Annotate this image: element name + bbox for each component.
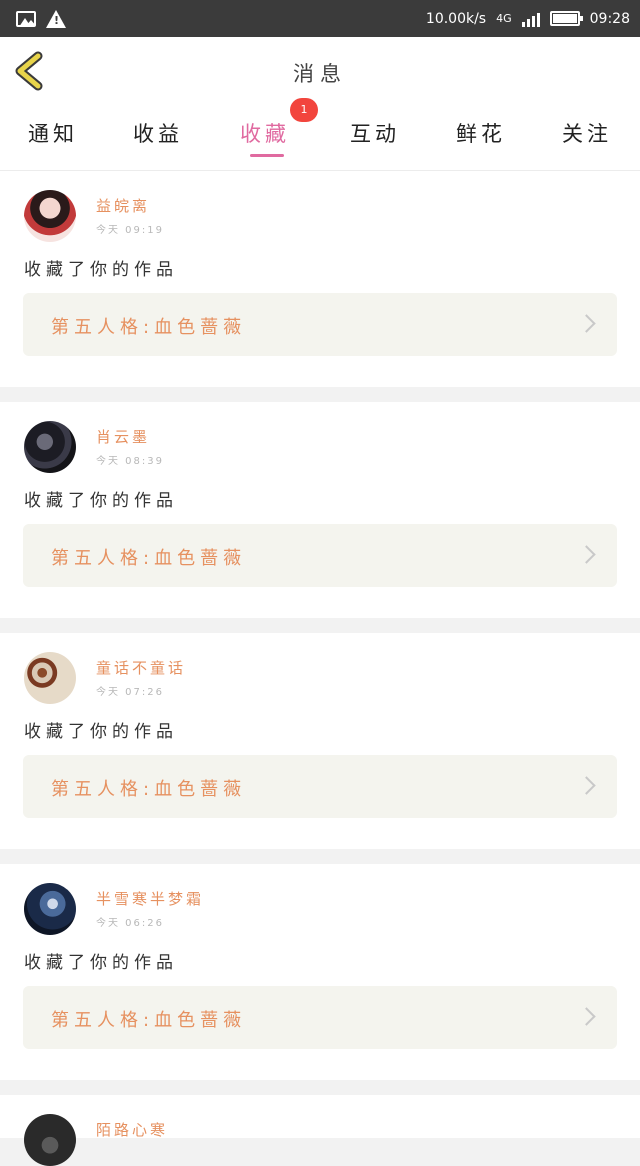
avatar[interactable]	[24, 883, 76, 935]
tab-interaction[interactable]: 互动	[350, 118, 400, 148]
work-link[interactable]: 第五人格:血色蔷薇	[23, 524, 617, 587]
image-icon	[16, 10, 36, 27]
action-text: 收藏了你的作品	[24, 953, 178, 973]
net-speed: 10.00k/s	[425, 10, 487, 27]
tab-flowers[interactable]: 鲜花	[456, 118, 506, 148]
action-text: 收藏了你的作品	[24, 260, 178, 280]
header-bar: 消息	[0, 37, 640, 105]
signal-icon	[521, 11, 540, 27]
work-link[interactable]: 第五人格:血色蔷薇	[23, 755, 617, 818]
avatar[interactable]	[24, 652, 76, 704]
username[interactable]: 半雪寒半梦霜	[96, 888, 204, 909]
work-title: 第五人格:血色蔷薇	[51, 548, 247, 569]
chevron-right-icon	[577, 1007, 596, 1026]
action-text: 收藏了你的作品	[24, 491, 178, 511]
timestamp: 今天 06:26	[96, 918, 164, 929]
list-item: 陌路心寒	[0, 1095, 640, 1166]
tab-earnings[interactable]: 收益	[133, 118, 183, 148]
list-item: 半雪寒半梦霜 今天 06:26 收藏了你的作品 第五人格:血色蔷薇	[0, 864, 640, 1080]
timestamp: 今天 09:19	[96, 225, 164, 236]
avatar[interactable]	[24, 421, 76, 473]
chevron-right-icon	[577, 776, 596, 795]
page-title: 消息	[293, 62, 347, 86]
unread-badge: 1	[290, 98, 318, 122]
work-title: 第五人格:血色蔷薇	[51, 317, 247, 338]
status-bar: ! 10.00k/s 4G 09:28	[0, 0, 640, 37]
work-title: 第五人格:血色蔷薇	[51, 779, 247, 800]
username[interactable]: 益皖离	[96, 195, 150, 216]
warning-icon: !	[46, 9, 66, 28]
chevron-right-icon	[577, 545, 596, 564]
avatar[interactable]	[24, 1114, 76, 1166]
username[interactable]: 童话不童话	[96, 657, 186, 678]
clock: 09:28	[589, 10, 630, 27]
list-item: 益皖离 今天 09:19 收藏了你的作品 第五人格:血色蔷薇	[0, 171, 640, 387]
work-link[interactable]: 第五人格:血色蔷薇	[23, 986, 617, 1049]
username[interactable]: 陌路心寒	[96, 1119, 168, 1140]
active-tab-indicator	[250, 154, 284, 157]
avatar[interactable]	[24, 190, 76, 242]
work-title: 第五人格:血色蔷薇	[51, 1010, 247, 1031]
tab-favorites[interactable]: 收藏	[240, 118, 290, 148]
list-item: 肖云墨 今天 08:39 收藏了你的作品 第五人格:血色蔷薇	[0, 402, 640, 618]
action-text: 收藏了你的作品	[24, 722, 178, 742]
work-link[interactable]: 第五人格:血色蔷薇	[23, 293, 617, 356]
tab-bar: 通知 收益 收藏 1 互动 鲜花 关注	[0, 98, 640, 171]
tab-follow[interactable]: 关注	[562, 118, 612, 148]
tab-notice[interactable]: 通知	[28, 118, 78, 148]
battery-icon	[549, 11, 583, 26]
network-type: 4G	[496, 12, 512, 25]
username[interactable]: 肖云墨	[96, 426, 150, 447]
list-item: 童话不童话 今天 07:26 收藏了你的作品 第五人格:血色蔷薇	[0, 633, 640, 849]
timestamp: 今天 07:26	[96, 687, 164, 698]
chevron-right-icon	[577, 314, 596, 333]
timestamp: 今天 08:39	[96, 456, 164, 467]
